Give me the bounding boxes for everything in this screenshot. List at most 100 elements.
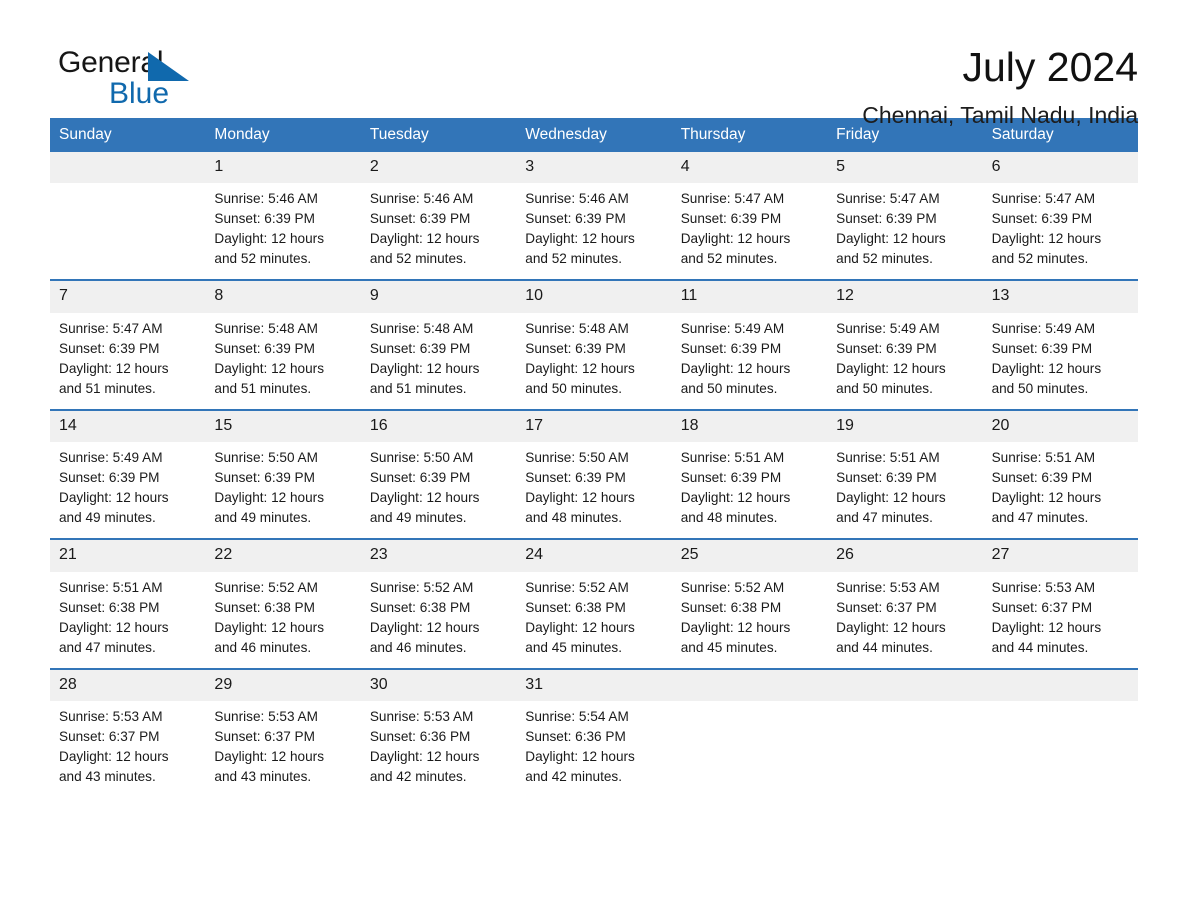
day-detail-line: Sunset: 6:37 PM [59, 729, 160, 744]
day-cell[interactable]: Sunrise: 5:53 AM Sunset: 6:37 PM Daylight:… [827, 572, 982, 668]
day-cell[interactable]: Sunrise: 5:46 AM Sunset: 6:39 PM Daylight:… [361, 183, 516, 279]
day-cell[interactable]: Sunrise: 5:51 AM Sunset: 6:39 PM Daylight:… [672, 442, 827, 538]
day-detail-line: Sunset: 6:39 PM [214, 340, 315, 356]
day-of-week-header-saturday: Saturday [991, 126, 1054, 143]
day-detail-line: Sunset: 6:39 PM [369, 340, 471, 356]
day-number[interactable]: 3 [516, 152, 671, 183]
day-cell[interactable]: Sunrise: 5:53 AM Sunset: 6:37 PM Daylight:… [205, 701, 360, 797]
day-number[interactable]: 17 [516, 411, 671, 442]
day-cell[interactable]: Sunrise: 5:52 AM Sunset: 6:38 PM Daylight:… [205, 572, 360, 668]
day-detail-line: Sunset: 6:39 PM [991, 340, 1093, 356]
day-detail-line: Daylight: 12 hours [680, 619, 791, 635]
day-number[interactable]: 5 [827, 152, 982, 183]
day-number[interactable]: 15 [205, 411, 360, 442]
day-cell[interactable]: Sunrise: 5:53 AM Sunset: 6:37 PM Daylight:… [50, 701, 205, 797]
day-detail-line: Sunset: 6:38 PM [369, 599, 471, 615]
day-cell[interactable]: Sunrise: 5:48 AM Sunset: 6:39 PM Daylight:… [516, 313, 671, 409]
day-detail-line: and 50 minutes. [680, 380, 778, 396]
day-cell[interactable]: Sunrise: 5:52 AM Sunset: 6:38 PM Daylight:… [361, 572, 516, 668]
day-cell[interactable]: Sunrise: 5:49 AM Sunset: 6:39 PM Daylight:… [50, 442, 205, 538]
week-day-numbers: 123456 [50, 152, 1138, 184]
day-cell[interactable]: Sunrise: 5:47 AM Sunset: 6:39 PM Daylight:… [827, 183, 982, 279]
day-detail-line: Sunrise: 5:50 AM [369, 450, 474, 466]
day-cell[interactable]: Sunrise: 5:53 AM Sunset: 6:36 PM Daylight:… [361, 701, 516, 797]
day-cell[interactable]: Sunrise: 5:52 AM Sunset: 6:38 PM Daylight:… [672, 572, 827, 668]
day-cell[interactable]: Sunrise: 5:50 AM Sunset: 6:39 PM Daylight:… [516, 442, 671, 538]
day-detail-line: Daylight: 12 hours [59, 360, 169, 376]
day-detail-line: Sunrise: 5:51 AM [680, 450, 785, 466]
day-number[interactable]: 12 [827, 281, 982, 312]
day-cell[interactable]: Sunrise: 5:50 AM Sunset: 6:39 PM Daylight:… [361, 442, 516, 538]
day-number[interactable]: 22 [205, 540, 360, 571]
day-number[interactable]: 21 [50, 540, 205, 571]
week-day-numbers: 14 15 16 17 18 19 20 [50, 410, 1138, 443]
day-cell[interactable]: Sunrise: 5:50 AM Sunset: 6:39 PM Daylight:… [205, 442, 360, 538]
day-cell[interactable]: Sunrise: 5:47 AM Sunset: 6:39 PM Daylight:… [672, 183, 827, 279]
day-cell[interactable]: Sunrise: 5:49 AM Sunset: 6:39 PM Daylight:… [983, 313, 1138, 409]
day-number-empty [50, 152, 205, 183]
day-detail-line: Daylight: 12 hours [991, 231, 1102, 247]
day-detail-line: and 42 minutes. [369, 769, 467, 784]
day-number[interactable]: 6 [983, 152, 1138, 183]
day-cell[interactable]: Sunrise: 5:51 AM Sunset: 6:39 PM Daylight:… [983, 442, 1138, 538]
day-detail-line: Sunset: 6:39 PM [836, 470, 937, 486]
day-number[interactable]: 1 [205, 152, 360, 183]
day-number[interactable]: 14 [50, 411, 205, 442]
day-number[interactable]: 23 [361, 540, 516, 571]
day-of-week-header-row: Sunday Monday Tuesday Wednesday Thursday Frid… [50, 118, 1138, 153]
day-number[interactable]: 11 [672, 281, 827, 312]
day-number[interactable]: 9 [361, 281, 516, 312]
day-detail-line: Daylight: 12 hours [525, 360, 635, 376]
day-cell[interactable]: Sunrise: 5:47 AM Sunset: 6:39 PM Daylight:… [983, 183, 1138, 279]
day-detail-line: Sunset: 6:38 PM [525, 599, 626, 615]
day-detail-line: Sunrise: 5:49 AM [680, 320, 785, 336]
day-detail-line: and 44 minutes. [991, 639, 1089, 655]
day-cell[interactable]: Sunrise: 5:53 AM Sunset: 6:37 PM Daylight:… [983, 572, 1138, 668]
day-cell[interactable]: Sunrise: 5:49 AM Sunset: 6:39 PM Daylight:… [827, 313, 982, 409]
day-cell[interactable]: Sunrise: 5:52 AM Sunset: 6:38 PM Daylight:… [516, 572, 671, 668]
day-number[interactable]: 20 [983, 411, 1138, 442]
day-detail-line: Sunset: 6:39 PM [59, 470, 160, 486]
day-cell[interactable]: Sunrise: 5:48 AM Sunset: 6:39 PM Daylight:… [361, 313, 516, 409]
day-number[interactable]: 2 [361, 152, 516, 183]
day-cell-empty [983, 701, 1138, 797]
day-detail-line: Daylight: 12 hours [525, 231, 635, 247]
day-detail-line: Daylight: 12 hours [59, 490, 169, 506]
day-detail-line: Sunset: 6:38 PM [59, 599, 160, 615]
day-cell[interactable]: Sunrise: 5:49 AM Sunset: 6:39 PM Daylight:… [672, 313, 827, 409]
day-number[interactable]: 4 [672, 152, 827, 183]
day-number[interactable]: 7 [50, 281, 205, 312]
day-number[interactable]: 18 [672, 411, 827, 442]
day-cell[interactable]: Sunrise: 5:48 AM Sunset: 6:39 PM Daylight:… [205, 313, 360, 409]
day-number[interactable]: 26 [827, 540, 982, 571]
week-day-numbers: 21 22 23 24 25 26 27 [50, 540, 1138, 572]
day-number[interactable]: 30 [361, 670, 516, 701]
day-number[interactable]: 10 [516, 281, 671, 312]
day-detail-line: Sunrise: 5:53 AM [836, 579, 940, 595]
day-number[interactable]: 27 [983, 540, 1138, 571]
day-detail-line: and 47 minutes. [59, 639, 156, 655]
day-number[interactable]: 29 [205, 670, 360, 701]
day-cell[interactable]: Sunrise: 5:51 AM Sunset: 6:39 PM Daylight:… [827, 442, 982, 538]
day-number[interactable]: 28 [50, 670, 205, 701]
day-detail-line: Daylight: 12 hours [525, 490, 635, 506]
day-number[interactable]: 19 [827, 411, 982, 442]
day-number[interactable]: 8 [205, 281, 360, 312]
day-detail-line: Daylight: 12 hours [836, 619, 946, 635]
day-detail-line: and 43 minutes. [59, 769, 156, 784]
day-cell[interactable]: Sunrise: 5:47 AM Sunset: 6:39 PM Daylight:… [50, 313, 205, 409]
day-cell[interactable]: Sunrise: 5:46 AM Sunset: 6:39 PM Daylight:… [205, 183, 360, 279]
day-number[interactable]: 31 [516, 670, 671, 701]
day-cell[interactable]: Sunrise: 5:51 AM Sunset: 6:38 PM Daylight:… [50, 572, 205, 668]
day-number[interactable]: 25 [672, 540, 827, 571]
day-detail-line: Sunset: 6:38 PM [214, 599, 315, 615]
day-detail-line: and 52 minutes. [214, 251, 312, 267]
day-number[interactable]: 16 [361, 411, 516, 442]
day-cell[interactable]: Sunrise: 5:46 AM Sunset: 6:39 PM Daylight:… [516, 183, 671, 279]
day-detail-line: Sunset: 6:39 PM [59, 340, 160, 356]
week-day-details: Sunrise: 5:46 AM Sunset: 6:39 PM Daylight:… [50, 183, 1138, 280]
day-number[interactable]: 13 [983, 281, 1138, 312]
day-number[interactable]: 24 [516, 540, 671, 571]
day-cell[interactable]: Sunrise: 5:54 AM Sunset: 6:36 PM Daylight:… [516, 701, 671, 797]
day-detail-line: Daylight: 12 hours [59, 619, 169, 635]
